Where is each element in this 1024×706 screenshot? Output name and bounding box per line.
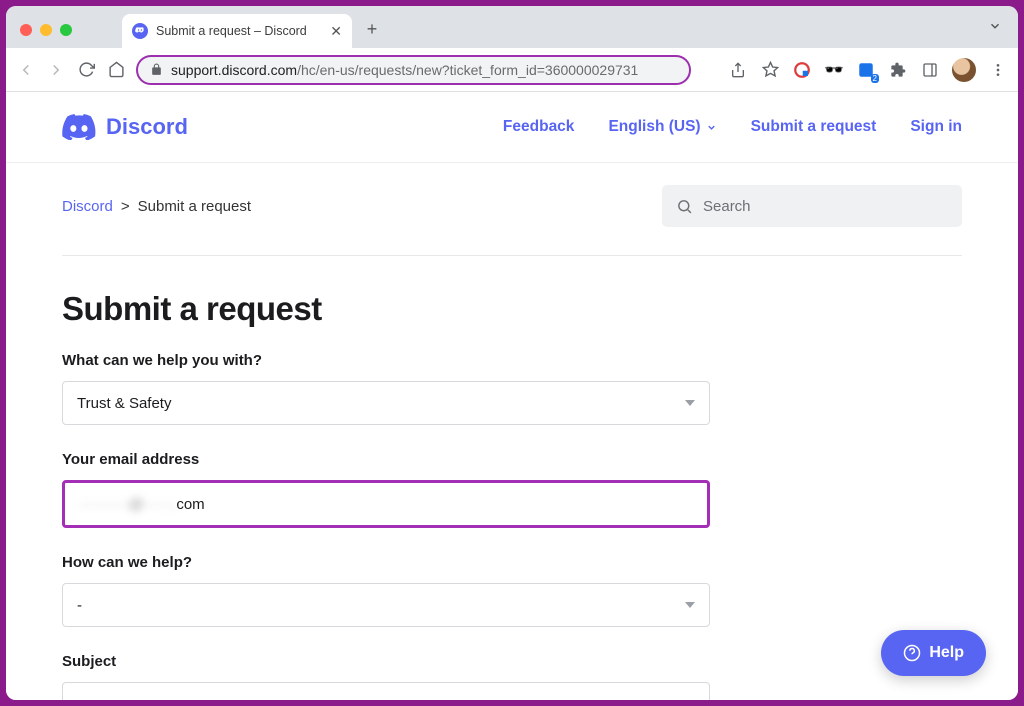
discord-favicon — [132, 23, 148, 39]
help-topic-value: Trust & Safety — [77, 395, 171, 412]
extension-icon-2[interactable]: 🕶️ — [824, 60, 844, 80]
home-button[interactable] — [106, 61, 126, 78]
subject-input[interactable] — [62, 682, 710, 700]
page-title: Submit a request — [6, 256, 1018, 346]
tabs-menu-icon[interactable] — [988, 19, 1002, 38]
how-help-label: How can we help? — [62, 554, 710, 571]
breadcrumb-row: Discord > Submit a request Search — [6, 163, 1018, 249]
breadcrumb-current: Submit a request — [138, 198, 251, 215]
lock-icon — [150, 63, 163, 76]
tab-strip: Submit a request – Discord ✕ + — [6, 6, 1018, 48]
extension-icon-1[interactable] — [792, 60, 812, 80]
top-nav: Feedback English (US) Submit a request S… — [503, 118, 962, 136]
browser-window: Submit a request – Discord ✕ + support.d… — [6, 6, 1018, 700]
breadcrumb: Discord > Submit a request — [62, 198, 251, 215]
search-input[interactable]: Search — [662, 185, 962, 227]
tab-title: Submit a request – Discord — [156, 24, 307, 38]
breadcrumb-home[interactable]: Discord — [62, 198, 113, 215]
site-header: Discord Feedback English (US) Submit a r… — [6, 92, 1018, 163]
address-bar-row: support.discord.com/hc/en-us/requests/ne… — [6, 48, 1018, 92]
forward-button[interactable] — [46, 61, 66, 79]
back-button[interactable] — [16, 61, 36, 79]
side-panel-icon[interactable] — [920, 60, 940, 80]
help-topic-select[interactable]: Trust & Safety — [62, 381, 710, 425]
breadcrumb-sep: > — [121, 198, 130, 215]
chevron-down-icon — [706, 122, 717, 133]
extension-icon-3[interactable]: 2 — [856, 60, 876, 80]
nav-submit-request[interactable]: Submit a request — [751, 118, 877, 136]
search-placeholder: Search — [703, 198, 751, 215]
toolbar-icons: 🕶️ 2 — [728, 58, 1008, 82]
how-help-select[interactable]: - — [62, 583, 710, 627]
email-label: Your email address — [62, 451, 710, 468]
email-suffix: com — [176, 496, 204, 513]
close-tab-icon[interactable]: ✕ — [330, 23, 342, 40]
url-text: support.discord.com/hc/en-us/requests/ne… — [171, 62, 638, 78]
field-how-help: How can we help? - — [62, 554, 710, 627]
help-topic-label: What can we help you with? — [62, 352, 710, 369]
extensions-menu-icon[interactable] — [888, 60, 908, 80]
profile-avatar[interactable] — [952, 58, 976, 82]
how-help-value: - — [77, 597, 82, 614]
discord-logo-icon — [62, 114, 96, 140]
reload-button[interactable] — [76, 61, 96, 78]
page-viewport[interactable]: Discord Feedback English (US) Submit a r… — [6, 92, 1018, 700]
maximize-window-button[interactable] — [60, 24, 72, 36]
share-icon[interactable] — [728, 60, 748, 80]
email-input[interactable]: ·········@·····.com — [62, 480, 710, 528]
field-help-topic: What can we help you with? Trust & Safet… — [62, 352, 710, 425]
browser-menu-icon[interactable] — [988, 60, 1008, 80]
help-widget-button[interactable]: Help — [881, 630, 986, 676]
field-subject: Subject — [62, 653, 710, 700]
nav-feedback[interactable]: Feedback — [503, 118, 575, 136]
new-tab-button[interactable]: + — [358, 19, 386, 40]
help-icon — [903, 644, 921, 662]
browser-tab[interactable]: Submit a request – Discord ✕ — [122, 14, 352, 48]
brand-logo[interactable]: Discord — [62, 114, 188, 140]
help-widget-label: Help — [929, 644, 964, 662]
nav-signin[interactable]: Sign in — [910, 118, 962, 136]
request-form: What can we help you with? Trust & Safet… — [6, 346, 766, 700]
minimize-window-button[interactable] — [40, 24, 52, 36]
close-window-button[interactable] — [20, 24, 32, 36]
subject-label: Subject — [62, 653, 710, 670]
window-controls — [20, 24, 72, 36]
bookmark-icon[interactable] — [760, 60, 780, 80]
nav-language[interactable]: English (US) — [608, 118, 716, 136]
url-bar[interactable]: support.discord.com/hc/en-us/requests/ne… — [136, 55, 691, 85]
nav-language-label: English (US) — [608, 118, 700, 136]
search-icon — [676, 198, 693, 215]
field-email: Your email address ·········@·····.com — [62, 451, 710, 528]
brand-text: Discord — [106, 114, 188, 140]
email-blurred: ·········@·····. — [79, 496, 176, 513]
